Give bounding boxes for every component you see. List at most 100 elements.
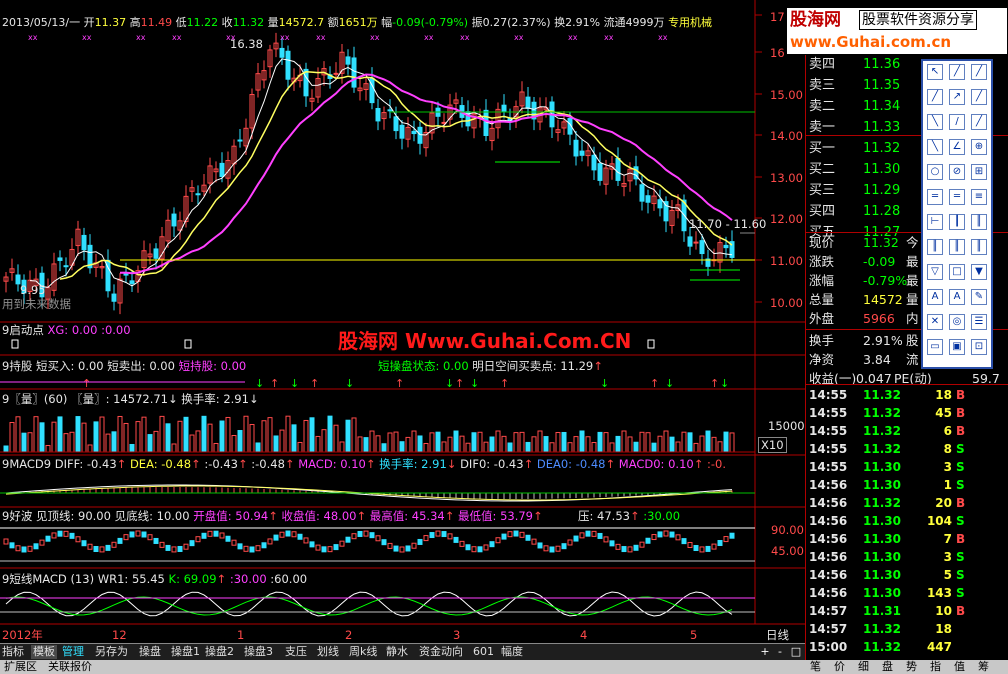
channel-icon[interactable]: ╱: [971, 114, 987, 130]
signal-mark: xx: [514, 33, 524, 42]
indicator-tab[interactable]: 资金动向: [419, 645, 463, 659]
candle-body: [285, 50, 291, 80]
pointer-icon[interactable]: ↖: [927, 64, 943, 80]
candle-body: [171, 213, 177, 227]
wave-bar: [159, 541, 165, 548]
indicator-tab[interactable]: 幅度: [501, 645, 523, 659]
tick-price: 11.30: [863, 532, 901, 546]
zoom-in-button[interactable]: +: [759, 645, 771, 659]
tick-volume: 6: [943, 424, 952, 438]
extend-toggle-button[interactable]: □: [789, 645, 803, 659]
bars-icon[interactable]: ║: [971, 214, 987, 230]
volume-bar: [435, 431, 441, 453]
indicator-tab[interactable]: 操盘1: [171, 645, 200, 659]
wave-bar: [279, 531, 285, 538]
indicator-tab[interactable]: 操盘3: [244, 645, 273, 659]
panel-start-point-header: 9启动点 XG: 0.00 :0.00: [2, 323, 131, 337]
indicator-tab[interactable]: 模板: [31, 645, 57, 659]
right-tab[interactable]: 盘: [882, 661, 893, 673]
ray-icon[interactable]: ╱: [971, 64, 987, 80]
trend-icon[interactable]: /: [949, 114, 965, 130]
indicator-tab[interactable]: 601: [473, 645, 494, 659]
ext-tab-expand[interactable]: 扩展区: [4, 660, 37, 674]
arrow-icon[interactable]: ↗: [949, 89, 965, 105]
volume-bar: [729, 432, 735, 453]
indicator-tab[interactable]: 另存为: [95, 645, 128, 659]
right-tab[interactable]: 筹: [978, 661, 989, 673]
pen-icon[interactable]: ✎: [971, 289, 987, 305]
rect-icon[interactable]: □: [949, 264, 965, 280]
hline-icon[interactable]: ═: [927, 189, 943, 205]
indicator-tab[interactable]: 静水: [386, 645, 408, 659]
right-tab[interactable]: 指: [930, 661, 941, 673]
double-line-icon[interactable]: ═: [949, 189, 965, 205]
down-trend-icon[interactable]: ╲: [927, 139, 943, 155]
no-entry-icon[interactable]: ⊘: [949, 164, 965, 180]
frame-icon[interactable]: ⊡: [971, 339, 987, 355]
fib-icon[interactable]: ≡: [971, 189, 987, 205]
slash-icon[interactable]: ╲: [927, 114, 943, 130]
right-tab[interactable]: 细: [858, 661, 869, 673]
down-marker-icon[interactable]: ▼: [971, 264, 987, 280]
volume-bar: [561, 431, 567, 453]
right-tab[interactable]: 笔: [810, 661, 821, 673]
volume-bar: [723, 431, 729, 453]
volume-bar: [63, 433, 69, 453]
segment-icon[interactable]: ╱: [927, 89, 943, 105]
ext-tab-related[interactable]: 关联报价: [48, 660, 92, 674]
tick-price: 11.32: [863, 424, 901, 438]
wave-bar: [651, 534, 657, 541]
bracket-icon[interactable]: ⊢: [927, 214, 943, 230]
delete-icon[interactable]: ✕: [927, 314, 943, 330]
zoom-out-button[interactable]: -: [774, 645, 786, 659]
volume-bar: [159, 415, 165, 453]
bars-icon[interactable]: ║: [949, 239, 965, 255]
angle-icon[interactable]: ∠: [949, 139, 965, 155]
vline-icon[interactable]: ┃: [949, 214, 965, 230]
candle-body: [699, 240, 705, 255]
tick-time: 14:57: [809, 604, 848, 618]
wave-bar: [531, 538, 537, 545]
tick-row: 14:55 11.30 3 S: [806, 458, 1006, 476]
indicator-tab[interactable]: 划线: [317, 645, 339, 659]
line-icon[interactable]: ╱: [949, 64, 965, 80]
indicator-tab[interactable]: 操盘: [139, 645, 161, 659]
filled-box-icon[interactable]: ▣: [949, 339, 965, 355]
indicator-tab[interactable]: 管理: [62, 645, 84, 659]
candle-body: [657, 199, 663, 209]
indicator-tab[interactable]: 指标: [2, 645, 24, 659]
circle-cross-icon[interactable]: ⊕: [971, 139, 987, 155]
right-tab[interactable]: 价: [834, 661, 845, 673]
stat-value: 14572: [863, 292, 903, 307]
indicator-tab[interactable]: 支压: [285, 645, 307, 659]
box-icon[interactable]: ▭: [927, 339, 943, 355]
text-icon[interactable]: A: [927, 289, 943, 305]
chart-area[interactable]: xx xx xx xx xx xx xx xx xx xx xx xx xx xx↑ ↓ ↑ ↓ ↑ ↓ ↑ ↓ ↑ ↓ ↑ ↓…: [0, 0, 805, 643]
volume-bar: [153, 430, 159, 453]
volume-bar: [573, 436, 579, 453]
wave-bar: [507, 531, 513, 538]
volume-bar: [231, 435, 237, 453]
wave-bar: [357, 530, 363, 537]
bars-icon[interactable]: ║: [971, 239, 987, 255]
circle-icon[interactable]: ○: [927, 164, 943, 180]
indicator-tab[interactable]: 周k线: [349, 645, 377, 659]
bars-icon[interactable]: ║: [927, 239, 943, 255]
target-icon[interactable]: ◎: [949, 314, 965, 330]
right-tab[interactable]: 势: [906, 661, 917, 673]
trade-arrow: ↑: [500, 377, 509, 390]
start-point-mark: [647, 339, 655, 349]
period-label[interactable]: 日线: [766, 628, 789, 642]
volume-bar: [591, 442, 597, 453]
right-tab[interactable]: 值: [954, 661, 965, 673]
triangle-icon[interactable]: ▽: [927, 264, 943, 280]
wave-bar: [141, 531, 147, 538]
tick-time: 14:57: [809, 622, 848, 636]
indicator-tab[interactable]: 操盘2: [205, 645, 234, 659]
grid-icon[interactable]: ⊞: [971, 164, 987, 180]
text-alt-icon[interactable]: A: [949, 289, 965, 305]
wave-bar: [51, 532, 57, 539]
wave-bar: [381, 539, 387, 546]
menu-icon[interactable]: ☰: [971, 314, 987, 330]
parallel-icon[interactable]: ╱: [971, 89, 987, 105]
